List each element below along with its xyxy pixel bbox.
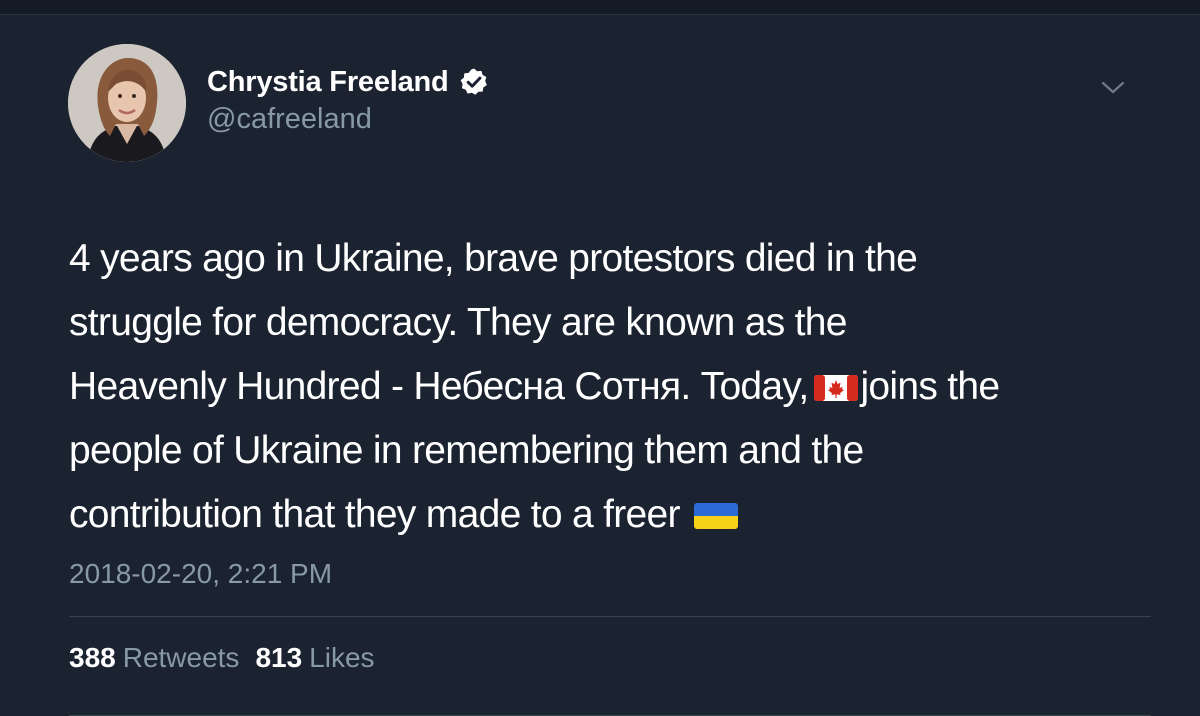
canada-flag-emoji	[814, 375, 859, 401]
retweets-label: Retweets	[122, 642, 240, 673]
tweet-text-segment: joins the	[860, 365, 1000, 408]
verified-badge-icon	[460, 68, 487, 95]
tweet-text-line: contribution that they made to a freer	[69, 483, 1159, 547]
likes-stat[interactable]: 813 Likes	[255, 642, 374, 674]
author-name-row[interactable]: Chrystia Freeland	[207, 65, 489, 99]
ukraine-flag-emoji	[693, 503, 738, 529]
tweet-text-line: 4 years ago in Ukraine, brave protestors…	[69, 237, 918, 280]
likes-label: Likes	[309, 642, 375, 673]
author-handle[interactable]: @cafreeland	[207, 103, 372, 136]
tweet-card: Chrystia Freeland @cafreeland 4 years ag…	[0, 15, 1200, 716]
tweet-text-segment: Heavenly Hundred - Небесна Сотня. Today,	[69, 365, 809, 408]
tweet-text: 4 years ago in Ukraine, brave protestors…	[69, 227, 1159, 547]
tweet-text-line: struggle for democracy. They are known a…	[69, 301, 847, 344]
tweet-text-segment: contribution that they made to a freer	[69, 493, 680, 536]
tweet-timestamp[interactable]: 2018-02-20, 2:21 PM	[69, 558, 332, 590]
avatar[interactable]	[68, 44, 186, 162]
chevron-down-icon[interactable]	[1099, 77, 1127, 97]
top-bar	[0, 0, 1200, 15]
tweet-text-line: Heavenly Hundred - Небесна Сотня. Today,…	[69, 355, 1159, 419]
tweet-text-line: people of Ukraine in remembering them an…	[69, 429, 864, 472]
likes-count: 813	[255, 642, 303, 673]
retweets-count: 388	[69, 642, 116, 673]
divider	[69, 616, 1151, 617]
retweets-stat[interactable]: 388 Retweets	[69, 642, 239, 674]
tweet-stats: 388 Retweets 813 Likes	[69, 642, 375, 674]
author-display-name[interactable]: Chrystia Freeland	[207, 66, 449, 99]
